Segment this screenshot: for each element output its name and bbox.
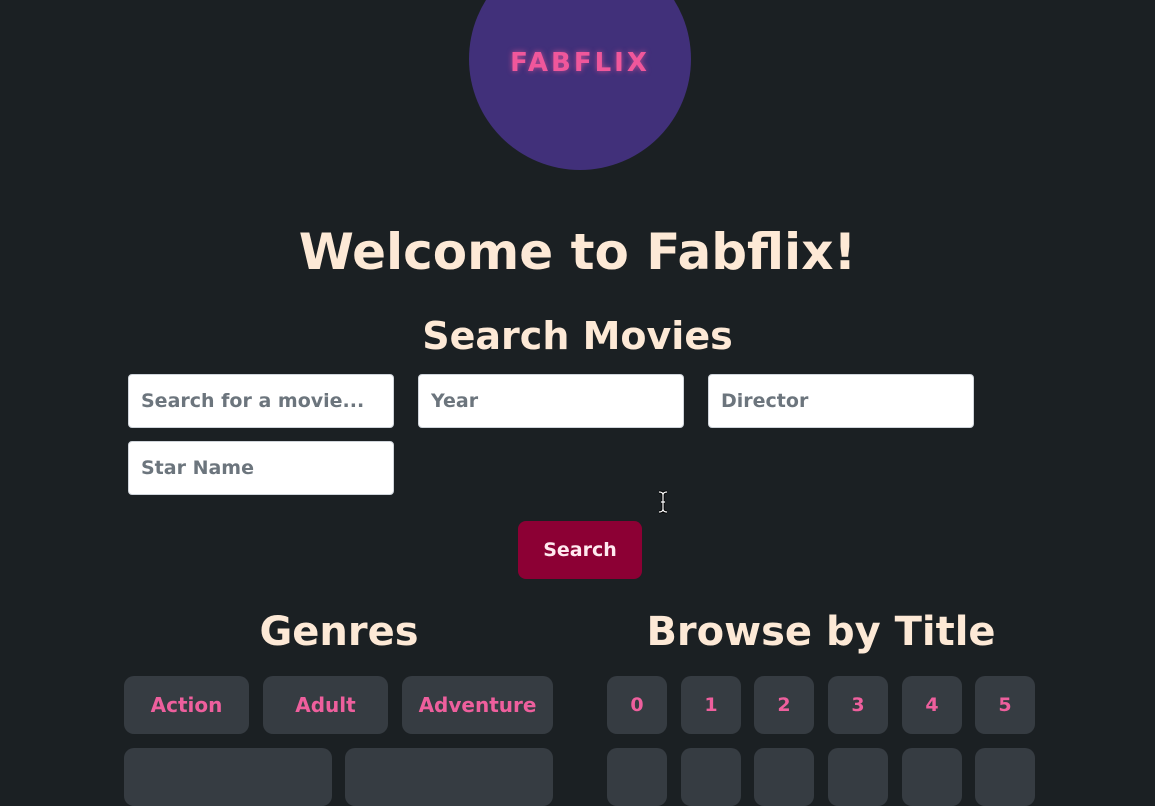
title-letter-button[interactable] xyxy=(607,748,667,806)
year-input[interactable] xyxy=(418,374,684,428)
genre-chip-adult[interactable]: Adult xyxy=(263,676,388,734)
logo-text: FABFLIX xyxy=(510,48,650,78)
genre-chip[interactable] xyxy=(345,748,553,806)
title-letter-button[interactable] xyxy=(681,748,741,806)
title-letter-4[interactable]: 4 xyxy=(902,676,962,734)
search-section-title: Search Movies xyxy=(422,314,733,358)
title-letter-0[interactable]: 0 xyxy=(607,676,667,734)
genres-title: Genres xyxy=(259,609,419,655)
title-letter-button[interactable] xyxy=(902,748,962,806)
star-name-input[interactable] xyxy=(128,441,394,495)
search-button[interactable]: Search xyxy=(518,521,642,579)
title-letter-button[interactable] xyxy=(754,748,814,806)
title-letter-button[interactable] xyxy=(828,748,888,806)
movie-title-input[interactable] xyxy=(128,374,394,428)
genre-chip-action[interactable]: Action xyxy=(124,676,249,734)
page-title: Welcome to Fabflix! xyxy=(298,223,857,281)
director-input[interactable] xyxy=(708,374,974,428)
title-letter-2[interactable]: 2 xyxy=(754,676,814,734)
logo[interactable]: FABFLIX xyxy=(469,0,691,170)
text-cursor-icon xyxy=(658,490,668,514)
genre-chip-adventure[interactable]: Adventure xyxy=(402,676,553,734)
browse-by-title-heading: Browse by Title xyxy=(646,609,996,655)
title-letter-button[interactable] xyxy=(975,748,1035,806)
title-letter-5[interactable]: 5 xyxy=(975,676,1035,734)
title-letter-3[interactable]: 3 xyxy=(828,676,888,734)
genre-chip[interactable] xyxy=(124,748,332,806)
title-letter-1[interactable]: 1 xyxy=(681,676,741,734)
